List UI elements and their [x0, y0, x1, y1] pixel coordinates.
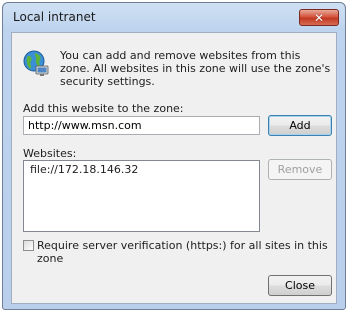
close-button[interactable]: Close: [268, 275, 332, 296]
add-website-label: Add this website to the zone:: [23, 102, 184, 115]
require-verification-label: Require server verification (https:) for…: [37, 239, 328, 265]
websites-label: Websites:: [23, 147, 77, 160]
zone-description: You can add and remove websites from thi…: [60, 49, 331, 88]
window-close-button[interactable]: ✕: [299, 9, 339, 26]
add-button[interactable]: Add: [268, 115, 332, 136]
remove-button[interactable]: Remove: [268, 159, 332, 180]
require-verification-checkbox[interactable]: [23, 240, 34, 251]
window-title: Local intranet: [13, 10, 96, 24]
dialog-body: You can add and remove websites from thi…: [11, 32, 337, 304]
local-intranet-dialog: Local intranet ✕ You can add and remove …: [2, 2, 346, 310]
list-item[interactable]: file://172.18.146.32: [24, 161, 259, 178]
intranet-globe-icon: [23, 50, 49, 76]
close-icon: ✕: [313, 10, 325, 25]
website-url-input[interactable]: [23, 116, 260, 135]
websites-list[interactable]: file://172.18.146.32: [23, 160, 260, 232]
title-bar[interactable]: Local intranet ✕: [3, 3, 345, 31]
